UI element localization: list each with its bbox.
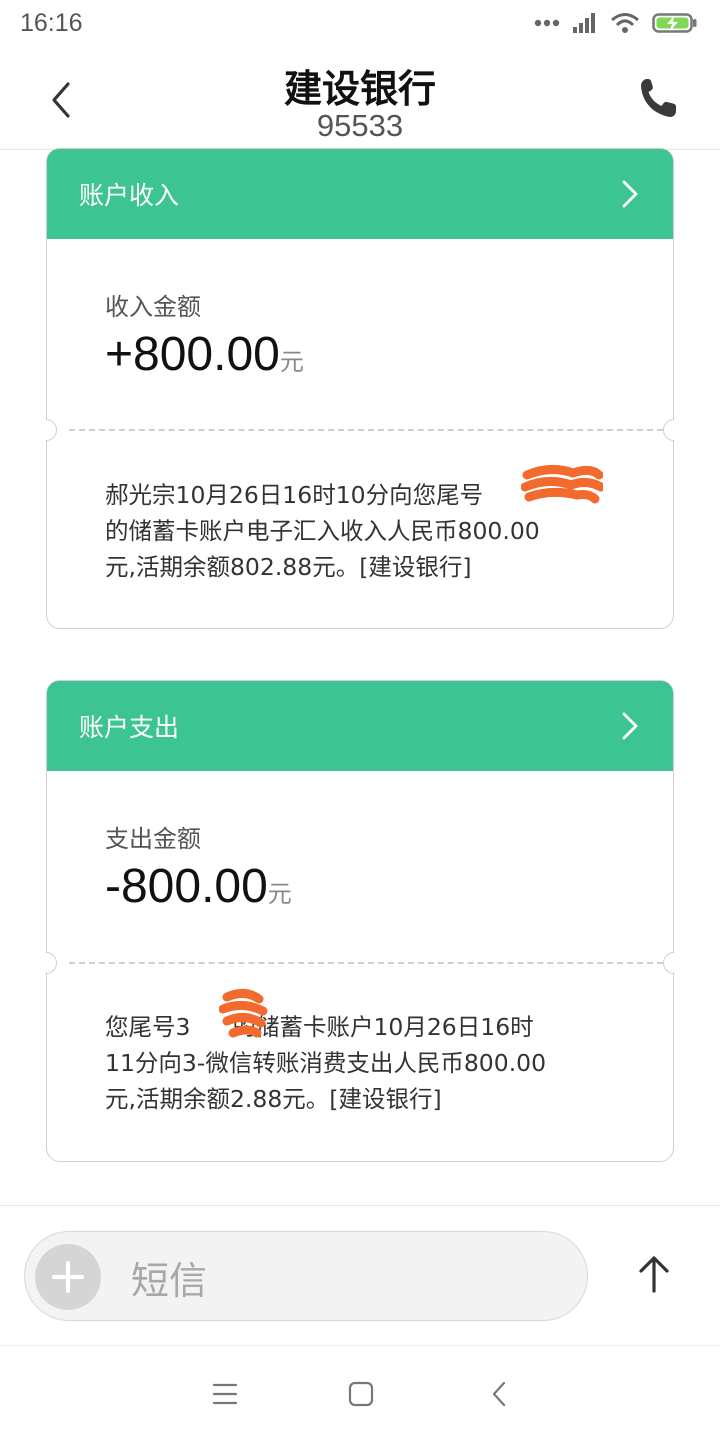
ticket-notch-right (663, 952, 674, 974)
amount-label: 收入金额 (105, 293, 201, 321)
phone-icon[interactable] (638, 76, 678, 120)
arrow-up-icon[interactable] (636, 1254, 672, 1294)
card-header[interactable]: 账户支出 (47, 681, 673, 771)
message-composer: 短信 (0, 1205, 720, 1345)
redaction-scribble (521, 465, 603, 504)
dashed-divider (69, 962, 663, 964)
message-line: 11分向3-微信转账消费支出人民币800.00 (105, 1049, 547, 1077)
menu-icon[interactable] (211, 1380, 239, 1408)
conversation-header: 建设银行 95533 (0, 50, 720, 150)
card-header-label: 账户支出 (79, 713, 180, 742)
chevron-right-icon[interactable] (621, 179, 639, 209)
status-bar: 16:16 (0, 0, 720, 50)
home-square-icon[interactable] (347, 1380, 375, 1408)
amount-value: -800.00元 (105, 859, 292, 914)
ticket-notch-left (46, 419, 57, 441)
sms-card-expense[interactable]: 账户支出 支出金额 -800.00元 您尾号3 的储蓄卡账户10月26日16时 1… (46, 680, 674, 1162)
card-header[interactable]: 账户收入 (47, 149, 673, 239)
ticket-notch-left (46, 952, 57, 974)
wifi-icon (611, 13, 639, 33)
message-line: 您尾号3 的储蓄卡账户10月26日16时 (105, 1009, 635, 1045)
amount-label: 支出金额 (105, 825, 201, 853)
ticket-notch-right (663, 419, 674, 441)
input-placeholder: 短信 (131, 1259, 208, 1303)
status-icons (534, 12, 698, 34)
card-header-label: 账户收入 (79, 181, 180, 210)
amount-number: -800.00 (105, 860, 268, 913)
attach-button[interactable] (35, 1244, 101, 1310)
plus-icon (52, 1261, 84, 1293)
message-line: 元,活期余额2.88元。[建设银行] (105, 1085, 442, 1113)
redaction-scribble (219, 989, 268, 1038)
battery-charging-icon (652, 13, 697, 33)
amount-unit: 元 (279, 348, 304, 376)
dashed-divider (69, 429, 663, 431)
more-dots-icon (534, 19, 560, 27)
status-time: 16:16 (20, 9, 83, 37)
amount-value: +800.00元 (105, 327, 304, 382)
message-line: 元,活期余额802.88元。[建设银行] (105, 553, 472, 581)
chevron-right-icon[interactable] (621, 711, 639, 741)
back-triangle-icon[interactable] (486, 1380, 514, 1408)
sms-card-income[interactable]: 账户收入 收入金额 +800.00元 郝光宗10月26日16时10分向您尾号 的… (46, 148, 674, 629)
message-fragment: 的储蓄卡账户10月26日16时 (232, 1013, 534, 1041)
message-fragment: 您尾号3 (105, 1013, 191, 1041)
sms-input[interactable]: 短信 (24, 1231, 588, 1321)
contact-number: 95533 (316, 108, 404, 143)
sms-message-body: 您尾号3 的储蓄卡账户10月26日16时 11分向3-微信转账消费支出人民币800… (105, 1009, 635, 1117)
system-nav-bar (0, 1345, 720, 1440)
message-line: 的储蓄卡账户电子汇入收入人民币800.00 (105, 517, 540, 545)
amount-number: +800.00 (105, 328, 280, 381)
contact-name: 建设银行 (283, 67, 436, 111)
signal-icon (573, 13, 595, 33)
amount-unit: 元 (267, 880, 292, 908)
